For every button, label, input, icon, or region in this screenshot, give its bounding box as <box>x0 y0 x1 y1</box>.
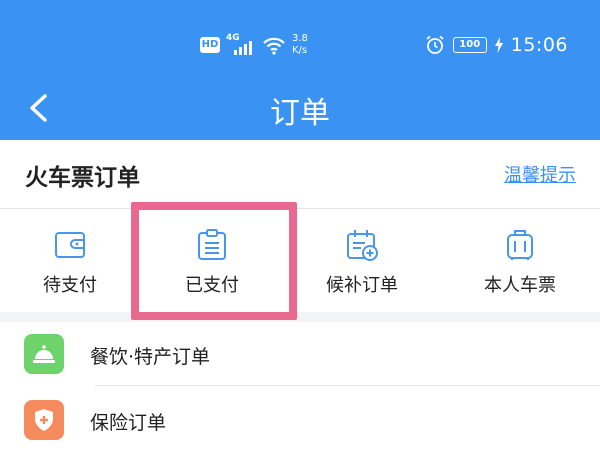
section-title: 火车票订单 <box>25 165 140 191</box>
wallet-icon <box>55 232 85 258</box>
tab-waitlist-orders[interactable]: 候补订单 <box>292 226 432 306</box>
hd-badge: HD <box>200 37 220 53</box>
train-orders-card: 火车票订单 温馨提示 待支付 已支付 候补订单 本人车票 <box>0 140 600 312</box>
tab-label: 候补订单 <box>326 275 398 296</box>
status-left: HD 4G 3.8 K/s <box>200 33 322 57</box>
speed-value: 3.8 <box>292 33 308 44</box>
network-speed: 3.8 K/s <box>292 33 322 57</box>
wifi-icon <box>263 37 285 55</box>
battery-icon: 100 <box>452 37 487 53</box>
signal-icon: 4G <box>226 33 256 55</box>
other-orders-list: 餐饮·特产订单 保险订单 <box>0 322 600 451</box>
tab-label: 待支付 <box>43 275 97 296</box>
suitcase-icon <box>507 230 533 260</box>
list-item-label: 保险订单 <box>90 412 167 434</box>
list-item-insurance-orders[interactable]: 保险订单 <box>0 388 600 450</box>
list-item-catering-orders[interactable]: 餐饮·特产订单 <box>0 322 600 386</box>
tab-pending-payment[interactable]: 待支付 <box>0 226 140 306</box>
shield-plus-icon <box>24 400 64 440</box>
header: 订单 <box>0 74 600 140</box>
service-bell-icon <box>24 334 64 374</box>
page-title: 订单 <box>270 96 330 131</box>
alarm-icon <box>426 35 444 54</box>
charging-icon <box>494 37 503 53</box>
divider <box>0 208 600 209</box>
speed-unit: K/s <box>292 45 308 56</box>
list-divider <box>95 385 600 386</box>
status-right: 100 15:06 <box>425 32 568 58</box>
clock: 15:06 <box>510 34 568 56</box>
tab-label: 本人车票 <box>484 275 556 296</box>
list-item-label: 餐饮·特产订单 <box>90 346 211 368</box>
top-bar: HD 4G 3.8 K/s 100 15:06 订单 <box>0 0 600 140</box>
highlight-box <box>131 202 297 320</box>
tab-my-tickets[interactable]: 本人车票 <box>450 226 590 306</box>
tips-link[interactable]: 温馨提示 <box>504 161 576 187</box>
calendar-add-icon <box>347 230 378 261</box>
